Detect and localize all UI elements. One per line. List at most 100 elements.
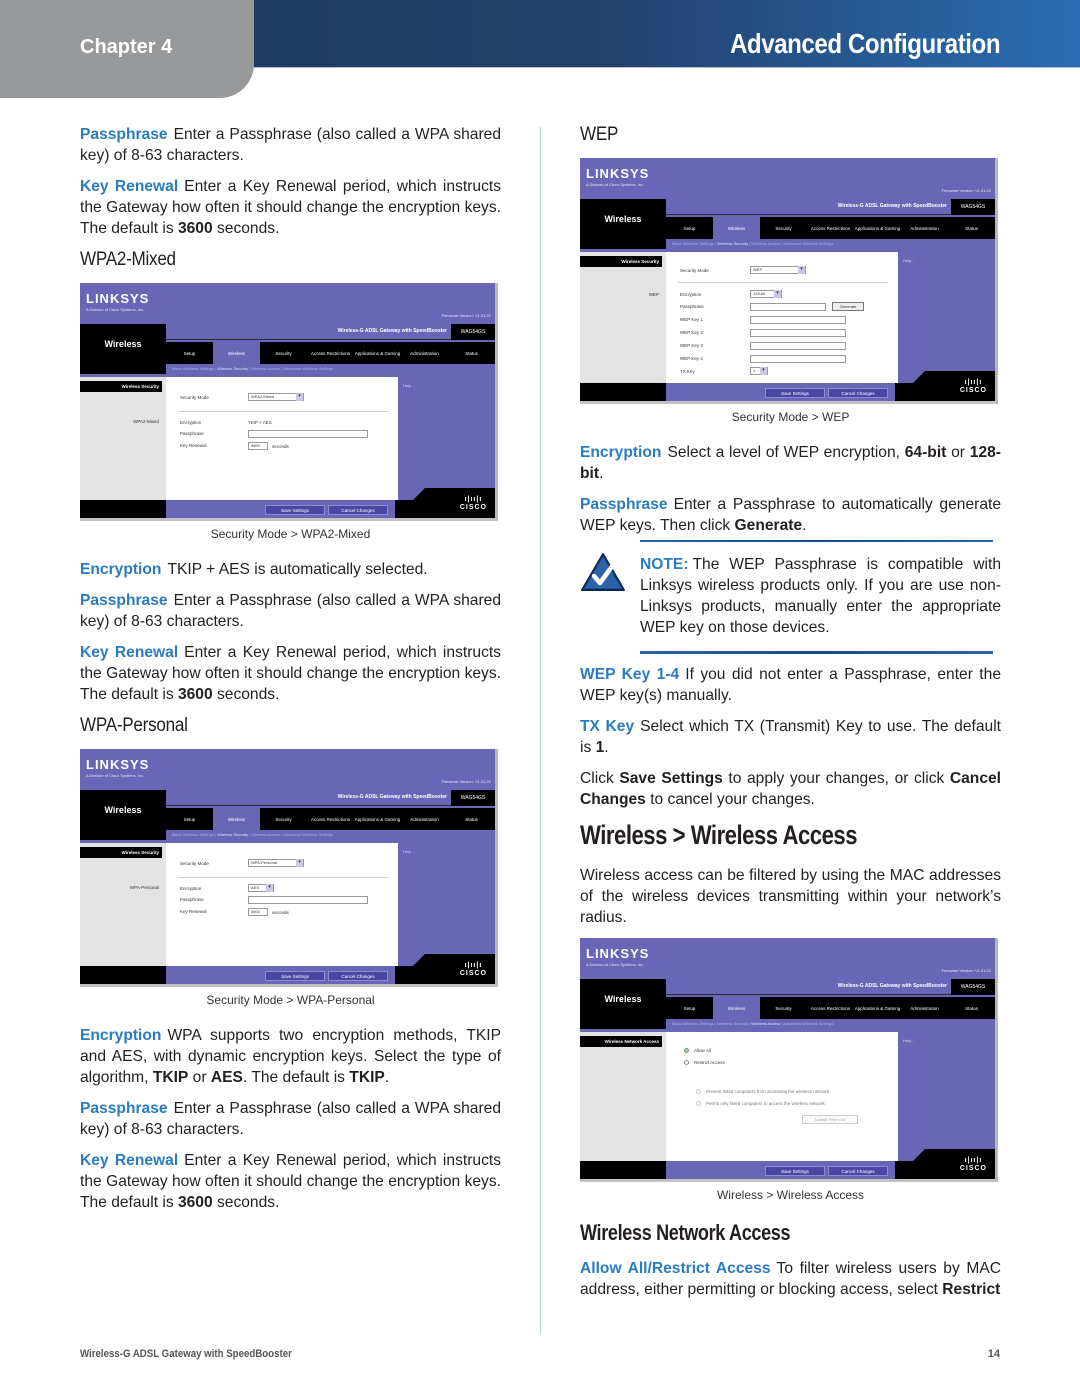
tab-status[interactable]: Status [448,342,495,364]
generate-button[interactable]: Generate [832,302,864,311]
wep-key-1-label: WEP Key 1 [680,317,703,322]
tab-applications-gaming[interactable]: Applications & Gaming [854,217,901,239]
save-settings-button[interactable]: Save Settings [765,1166,825,1176]
subtab-security[interactable]: Wireless Security [717,241,748,246]
subtab-access[interactable]: Wireless Access [251,832,280,837]
security-mode-label: Security Mode [680,268,709,273]
subtab-advanced[interactable]: Advanced Wireless Settings [283,832,333,837]
subtab-basic[interactable]: Basic Wireless Settings [172,832,214,837]
para-text: seconds. [212,686,280,703]
prevent-radio[interactable] [696,1089,701,1094]
help-pane [398,843,495,966]
tab-administration[interactable]: Administration [901,217,948,239]
wep-key-1-input[interactable] [750,316,846,324]
tab-administration[interactable]: Administration [401,808,448,830]
seconds-label: seconds [272,910,289,915]
update-filter-list-button[interactable]: Update Filter List [802,1115,858,1124]
security-mode-select[interactable]: WPA2-Mixed [248,393,304,401]
tab-setup[interactable]: Setup [666,217,713,239]
allow-all-label: Allow All [694,1048,711,1053]
cancel-changes-button[interactable]: Cancel Changes [328,505,388,515]
tx-key-select[interactable]: 1 [750,367,768,375]
cancel-changes-button[interactable]: Cancel Changes [828,388,888,398]
help-link[interactable]: Help... [903,258,915,263]
model-number: WAG54GS [951,979,995,995]
save-settings-button[interactable]: Save Settings [265,971,325,981]
checkmark-note-icon [581,553,625,591]
wep-key-2-input[interactable] [750,329,846,337]
subtab-access[interactable]: Wireless Access [751,1021,780,1026]
tab-security[interactable]: Security [260,808,307,830]
help-link[interactable]: Help... [403,383,415,388]
tab-wireless[interactable]: Wireless [713,217,760,239]
tab-status[interactable]: Status [948,217,995,239]
tab-security[interactable]: Security [760,217,807,239]
subtab-access[interactable]: Wireless Access [751,241,780,246]
restrict-access-radio[interactable] [684,1060,689,1065]
tab-access-restrictions[interactable]: Access Restrictions [307,342,354,364]
subtab-basic[interactable]: Basic Wireless Settings [672,241,714,246]
encryption-label: Encryption [680,292,702,297]
help-link[interactable]: Help... [403,849,415,854]
allow-restrict-paragraph: Allow All/Restrict Access To filter wirel… [580,1258,1001,1300]
subtab-security[interactable]: Wireless Security [217,832,248,837]
subtab-access[interactable]: Wireless Access [251,366,280,371]
help-pane [898,252,995,383]
cancel-changes-button[interactable]: Cancel Changes [828,1166,888,1176]
key-renewal-input[interactable]: 3600 [248,442,268,450]
save-settings-button[interactable]: Save Settings [265,505,325,515]
encryption-select[interactable]: 128-bit [750,290,782,298]
tab-setup[interactable]: Setup [166,808,213,830]
tab-setup[interactable]: Setup [666,997,713,1019]
subtab-advanced[interactable]: Advanced Wireless Settings [283,366,333,371]
passphrase-input[interactable] [248,896,368,904]
passphrase-input[interactable] [248,430,368,438]
tab-applications-gaming[interactable]: Applications & Gaming [854,997,901,1019]
subtab-basic[interactable]: Basic Wireless Settings [672,1021,714,1026]
wep-key-3-input[interactable] [750,342,846,350]
security-mode-select[interactable]: WEP [750,266,806,274]
allow-all-radio[interactable] [684,1048,689,1053]
tab-applications-gaming[interactable]: Applications & Gaming [354,342,401,364]
tab-access-restrictions[interactable]: Access Restrictions [307,808,354,830]
wireless-security-header: Wireless Security [80,847,162,858]
passphrase-input[interactable] [750,303,826,311]
tab-administration[interactable]: Administration [401,342,448,364]
tab-wireless[interactable]: Wireless [213,808,260,830]
para-text: . The default is [242,1069,350,1086]
tab-security[interactable]: Security [760,997,807,1019]
subtab-security[interactable]: Wireless Security [217,366,248,371]
tab-access-restrictions[interactable]: Access Restrictions [807,217,854,239]
cisco-text: CISCO [959,1165,987,1172]
tab-status[interactable]: Status [948,997,995,1019]
encryption-select[interactable]: AES [248,884,274,892]
tab-wireless[interactable]: Wireless [713,997,760,1019]
heading-wireless-access: Wireless > Wireless Access [580,820,858,850]
subtab-basic[interactable]: Basic Wireless Settings [172,366,214,371]
tab-security[interactable]: Security [260,342,307,364]
cancel-changes-button[interactable]: Cancel Changes [328,971,388,981]
tab-wireless[interactable]: Wireless [213,342,260,364]
subtab-advanced[interactable]: Advanced Wireless Settings [783,1021,833,1026]
encryption-label: Encryption [180,420,202,425]
subtab-security[interactable]: Wireless Security [717,1021,748,1026]
tab-access-restrictions[interactable]: Access Restrictions [807,997,854,1019]
key-renewal-input[interactable]: 3600 [248,908,268,916]
help-link[interactable]: Help... [903,1038,915,1043]
security-mode-select[interactable]: WPA-Personal [248,859,304,867]
save-settings-button[interactable]: Save Settings [765,388,825,398]
passphrase-label: Passphrase [180,897,204,902]
screenshot-wpa-personal: LINKSYS A Division of Cisco Systems, Inc… [80,749,498,987]
bold-value: 3600 [177,1194,213,1211]
tab-applications-gaming[interactable]: Applications & Gaming [354,808,401,830]
tab-administration[interactable]: Administration [901,997,948,1019]
key-renewal-paragraph: Key Renewal Enter a Key Renewal period, w… [80,1150,501,1213]
wep-key-2-label: WEP Key 2 [680,330,703,335]
tab-setup[interactable]: Setup [166,342,213,364]
tab-status[interactable]: Status [448,808,495,830]
term-passphrase: Passphrase [580,496,668,513]
passphrase-paragraph: Passphrase Enter a Passphrase (also calle… [80,124,501,166]
wep-key-4-input[interactable] [750,355,846,363]
permit-radio[interactable] [696,1101,701,1106]
subtab-advanced[interactable]: Advanced Wireless Settings [783,241,833,246]
